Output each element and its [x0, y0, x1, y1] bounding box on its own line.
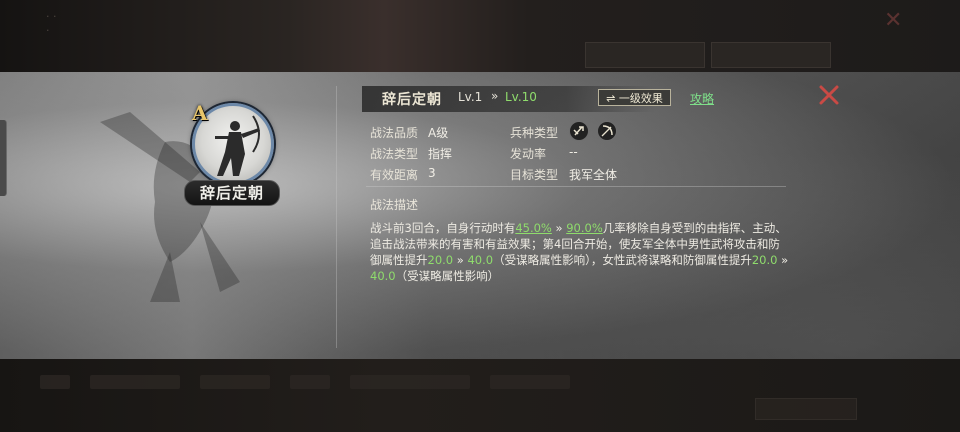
skill-type-value: 指挥 [428, 147, 453, 161]
desc-text: 战斗前3回合，自身行动时有 [370, 221, 516, 235]
level-max: Lv.10 [505, 90, 537, 104]
description-title: 战法描述 [370, 198, 419, 212]
desc-arrow: » [453, 253, 468, 267]
background-tab [585, 42, 705, 68]
range-value: 3 [428, 166, 436, 180]
desc-value: 20.0 [427, 253, 454, 267]
level-current: Lv.1 [458, 90, 483, 104]
troop-type-label: 兵种类型 [510, 126, 559, 140]
close-icon[interactable] [818, 84, 840, 106]
cavalry-icon[interactable] [569, 121, 589, 141]
background-close-icon: ✕ [884, 8, 903, 33]
background-side-text: · · · [46, 10, 57, 37]
quality-label: 战法品质 [370, 126, 419, 140]
panel-divider [336, 86, 337, 348]
background-bottom [0, 359, 960, 432]
skill-type-label: 战法类型 [370, 147, 419, 161]
trigger-rate-label: 发动率 [510, 147, 547, 161]
skill-description: 战斗前3回合，自身行动时有45.0% » 90.0%几率移除自身受到的由指挥、主… [370, 220, 790, 284]
desc-value: 90.0% [566, 221, 603, 235]
range-label: 有效距离 [370, 168, 419, 182]
skill-name-plate: 辞后定朝 [184, 180, 280, 206]
grade-badge: A [192, 101, 208, 125]
desc-arrow: » [551, 221, 567, 235]
background-tabs [585, 42, 831, 68]
trigger-rate-value: -- [569, 145, 578, 159]
level-arrow-icon: » [491, 89, 499, 103]
effect-level-toggle-button[interactable]: ⇌ 一级效果 [598, 89, 671, 106]
section-divider [366, 186, 786, 187]
desc-arrow: » [777, 253, 789, 267]
desc-value: 40.0 [467, 253, 494, 267]
skill-title: 辞后定朝 [382, 92, 442, 108]
background-tab [711, 42, 831, 68]
skill-detail-panel [0, 72, 960, 359]
archer-icon[interactable] [597, 121, 617, 141]
quality-value: A级 [428, 126, 449, 140]
desc-value: 20.0 [751, 253, 778, 267]
target-type-label: 目标类型 [510, 168, 559, 182]
desc-value: 45.0% [515, 221, 552, 235]
target-type-value: 我军全体 [569, 168, 618, 182]
desc-value: 40.0 [370, 269, 396, 283]
panel-edge-tab [0, 120, 7, 196]
background-strip [40, 372, 940, 392]
desc-text: （受谋略属性影响），女性武将谋略和防御属性提升 [493, 253, 752, 267]
desc-text: （受谋略属性影响） [395, 269, 500, 283]
strategy-guide-link[interactable]: 攻略 [690, 90, 714, 107]
background-button [755, 398, 857, 420]
